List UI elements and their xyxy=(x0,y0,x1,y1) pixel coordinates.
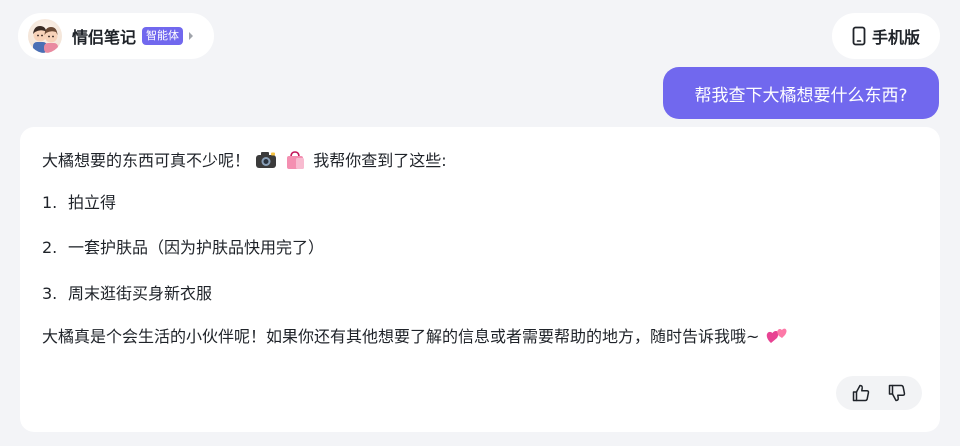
agent-badge: 智能体 xyxy=(142,27,184,45)
feedback-pill xyxy=(836,376,922,410)
shopping-bag-emoji xyxy=(287,151,305,169)
couple-avatar xyxy=(28,19,62,53)
list-item-number: 2. xyxy=(42,238,58,257)
list-item-number: 3. xyxy=(42,284,58,303)
reply-closing: 大橘真是个会生活的小伙伴呢！如果你还有其他想要了解的信息或者需要帮助的地方，随时… xyxy=(42,327,760,346)
reply-intro: 大橘想要的东西可真不少呢！ xyxy=(42,151,251,170)
phone-icon xyxy=(852,26,866,46)
list-item-number: 1. xyxy=(42,193,58,212)
user-message-text: 帮我查下大橘想要什么东西? xyxy=(694,85,908,106)
mobile-version-label: 手机版 xyxy=(871,28,920,47)
agent-name: 情侣笔记 xyxy=(72,28,137,47)
assistant-reply-card: 大橘想要的东西可真不少呢！ 我帮你查到了这些: 1. 拍立得 2. 一套护肤品（因为… xyxy=(20,127,940,432)
agent-chip[interactable]: 情侣笔记 智能体 xyxy=(18,13,214,59)
reply-intro-tail: 我帮你查到了这些: xyxy=(313,151,447,170)
list-item-text: 周末逛街买身新衣服 xyxy=(68,284,213,303)
list-item: 2. 一套护肤品（因为护肤品快用完了） xyxy=(42,234,324,258)
chevron-right-icon xyxy=(189,32,194,40)
list-item-text: 一套护肤品（因为护肤品快用完了） xyxy=(68,238,325,257)
thumbs-down-icon[interactable] xyxy=(887,383,907,403)
list-item: 1. 拍立得 xyxy=(42,189,116,213)
thumbs-up-icon[interactable] xyxy=(851,383,871,403)
list-item-text: 拍立得 xyxy=(68,193,117,212)
list-item: 3. 周末逛街买身新衣服 xyxy=(42,280,212,304)
mobile-version-button[interactable]: 手机版 xyxy=(832,13,940,59)
camera-emoji xyxy=(256,152,277,168)
user-message-bubble: 帮我查下大橘想要什么东西? xyxy=(663,67,939,119)
reply-closing-line: 大橘真是个会生活的小伙伴呢！如果你还有其他想要了解的信息或者需要帮助的地方，随时… xyxy=(42,323,789,347)
reply-intro-line: 大橘想要的东西可真不少呢！ 我帮你查到了这些: xyxy=(42,147,447,171)
two-hearts-emoji xyxy=(766,328,787,343)
chat-page: 情侣笔记 智能体 手机版 帮我查下大橘想要什么东西? 大橘想要的东西可真不少呢！ xyxy=(0,0,960,446)
